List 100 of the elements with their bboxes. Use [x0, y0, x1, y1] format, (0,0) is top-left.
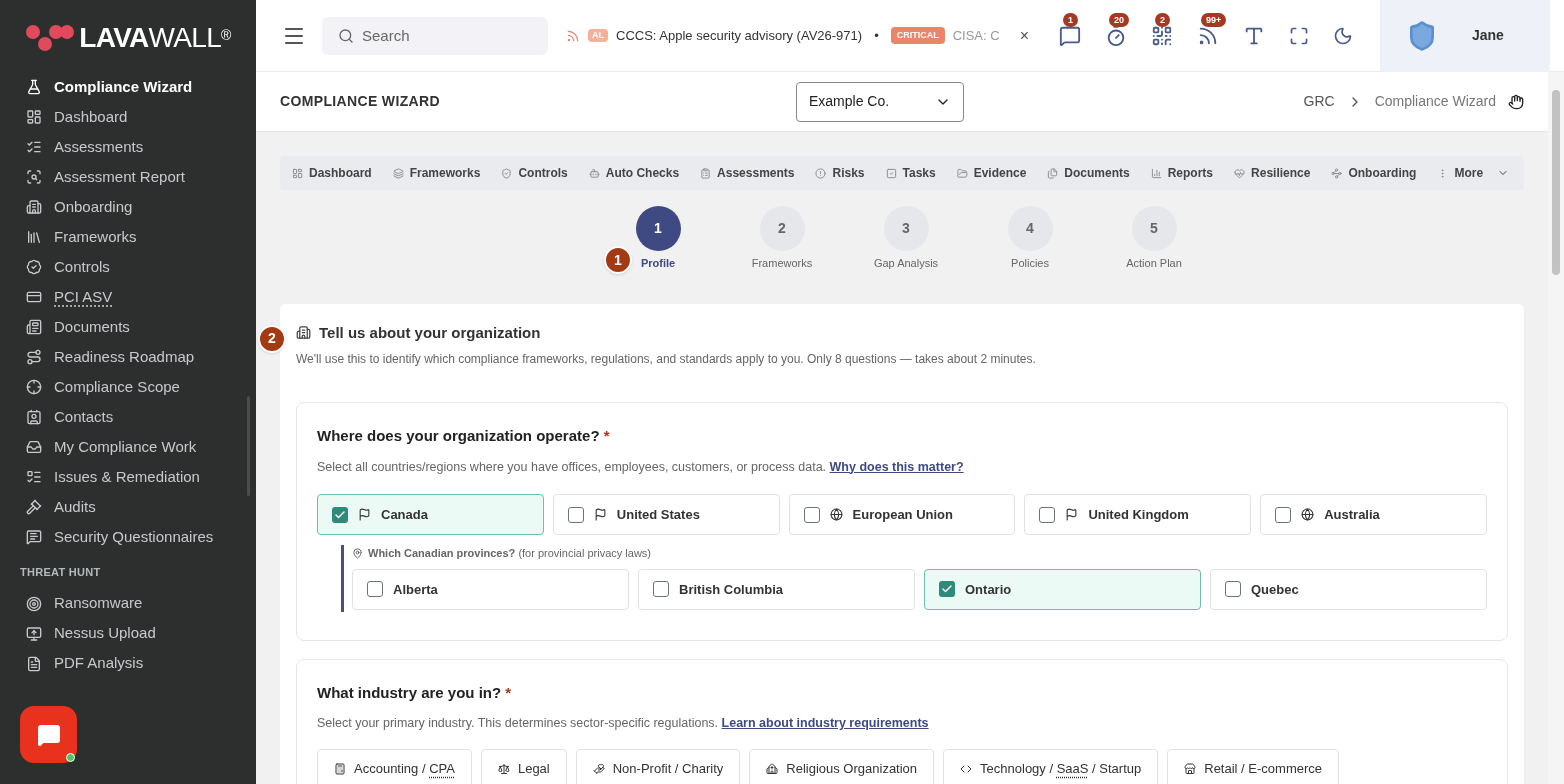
flag-icon — [593, 508, 607, 522]
checkbox[interactable] — [939, 581, 955, 598]
subnav-tab[interactable]: Dashboard — [292, 164, 372, 182]
subnav-tab[interactable]: Onboarding — [1331, 164, 1417, 182]
card-icon — [26, 289, 42, 305]
province-option[interactable]: Alberta — [352, 568, 629, 610]
sidebar-item[interactable]: Assessment Report — [0, 162, 256, 192]
subnav-tab[interactable]: More — [1437, 164, 1510, 182]
subnav-tab[interactable]: Tasks — [885, 164, 936, 182]
route-icon — [26, 349, 42, 365]
checkbox[interactable] — [803, 506, 820, 523]
industry-option[interactable]: Accounting / CPA — [317, 749, 472, 784]
chat-button[interactable] — [20, 706, 77, 763]
inbox-icon — [26, 439, 42, 455]
checkbox[interactable] — [367, 581, 383, 598]
industry-option[interactable]: Legal — [480, 749, 567, 784]
sidebar-item[interactable]: Contacts — [0, 402, 256, 432]
industry-option[interactable]: Non-Profit / Charity — [575, 749, 741, 784]
sidebar-item[interactable]: Readiness Roadmap — [0, 342, 256, 372]
subnav-tab[interactable]: Risks — [815, 164, 865, 182]
industry-option[interactable]: Religious Organization — [749, 749, 935, 784]
hand-icon — [1508, 93, 1524, 110]
industry-option[interactable]: Technology / SaaS / Startup — [943, 749, 1159, 784]
sidebar-item[interactable]: Frameworks — [0, 222, 256, 252]
chart-icon — [1150, 167, 1162, 179]
checkbox[interactable] — [1275, 506, 1292, 523]
checkbox[interactable] — [1225, 581, 1241, 598]
robot-icon — [588, 167, 600, 179]
count-badge: 99+ — [1201, 12, 1227, 27]
checklist-icon — [26, 139, 42, 155]
breadcrumb-link[interactable]: GRC — [1303, 91, 1335, 112]
dashboard-icon — [26, 109, 42, 125]
sidebar-item[interactable]: PCI ASV — [0, 282, 256, 312]
region-option[interactable]: European Union — [788, 494, 1016, 536]
region-option[interactable]: Canada — [317, 494, 544, 536]
region-option[interactable]: United Kingdom — [1024, 494, 1252, 536]
message-icon[interactable] — [1059, 24, 1081, 47]
question-hint: Select all countries/regions where you have offices, employees, customers, or process data. Why does this matter? — [317, 458, 965, 476]
shield-icon — [501, 167, 513, 179]
subnav-tab[interactable]: Assessments — [700, 164, 795, 182]
sidebar-item[interactable]: Issues & Remediation — [0, 462, 256, 492]
scale-icon — [497, 763, 510, 775]
waypoints-icon — [1331, 167, 1343, 179]
sidebar-item[interactable]: Nessus Upload — [0, 618, 256, 649]
sidebar-item[interactable]: Controls — [0, 252, 256, 282]
chat-icon — [36, 722, 61, 747]
count-badge: 1 — [1063, 12, 1079, 27]
subnav-tab[interactable]: Evidence — [956, 164, 1027, 182]
subnav-tab[interactable]: Resilience — [1234, 164, 1311, 182]
subnav-tab[interactable]: Auto Checks — [588, 164, 680, 182]
subnav-tab[interactable]: Reports — [1150, 164, 1214, 182]
sidebar-item[interactable]: Compliance Wizard — [0, 72, 256, 102]
help-link[interactable]: Why does this matter? — [829, 459, 964, 474]
clipboard-icon — [700, 167, 712, 179]
industry-option[interactable]: Retail / E-commerce — [1167, 749, 1339, 784]
sidebar-item[interactable]: Dashboard — [0, 102, 256, 132]
scrollbar-thumb[interactable] — [1552, 90, 1560, 275]
annotation-marker: 2 — [258, 324, 286, 353]
flag-icon — [358, 508, 371, 522]
subnav-tab[interactable]: Documents — [1047, 164, 1130, 182]
alert-badge: AL — [588, 28, 608, 43]
sidebar-item[interactable]: My Compliance Work — [0, 432, 256, 462]
sidebar-item[interactable]: Assessments — [0, 132, 256, 162]
qr-icon[interactable] — [1151, 24, 1173, 47]
sidebar-item[interactable]: Compliance Scope — [0, 372, 256, 402]
sidebar-item[interactable]: Ransomware — [0, 588, 256, 619]
company-select[interactable]: Example Co. — [796, 81, 964, 122]
checkbox[interactable] — [567, 506, 584, 523]
subnav-tab[interactable]: Controls — [501, 164, 568, 182]
close-button[interactable]: × — [1019, 23, 1029, 48]
page-title: COMPLIANCE WIZARD — [280, 92, 441, 111]
help-link[interactable]: Learn about industry requirements — [721, 716, 929, 731]
sidebar-item[interactable]: PDF Analysis — [0, 648, 256, 679]
sidebar-item[interactable]: Onboarding — [0, 192, 256, 222]
fullscreen-icon[interactable] — [1289, 25, 1309, 46]
store-icon — [1184, 763, 1197, 775]
user-menu[interactable]: Jane — [1380, 0, 1550, 72]
flag-icon — [1065, 508, 1079, 522]
count-badge: 2 — [1155, 12, 1171, 27]
timer-icon[interactable] — [1105, 24, 1127, 47]
checkbox[interactable] — [653, 581, 669, 598]
scrollbar-thumb[interactable] — [247, 396, 250, 496]
checkbox[interactable] — [1039, 506, 1056, 523]
search-field[interactable]: Search — [322, 16, 548, 55]
subnav-tab[interactable]: Frameworks — [392, 164, 481, 182]
count-badge: 20 — [1109, 12, 1130, 27]
checkbox[interactable] — [332, 506, 348, 523]
sidebar-item[interactable]: Audits — [0, 492, 256, 522]
library-icon — [26, 229, 42, 245]
ticker-headline[interactable]: CCCS: Apple security advisory (AV26-971) — [616, 25, 863, 46]
section-title: Tell us about your organization — [319, 322, 541, 343]
province-option[interactable]: British Columbia — [638, 568, 915, 610]
region-option[interactable]: Australia — [1260, 494, 1487, 536]
layers-icon — [392, 167, 404, 179]
sidebar-item[interactable]: Documents — [0, 312, 256, 342]
province-option[interactable]: Ontario — [924, 568, 1201, 610]
region-option[interactable]: United States — [552, 494, 780, 536]
province-option[interactable]: Quebec — [1210, 568, 1487, 610]
moon-icon[interactable] — [1333, 25, 1353, 46]
sidebar-item[interactable]: Security Questionnaires — [0, 522, 256, 552]
